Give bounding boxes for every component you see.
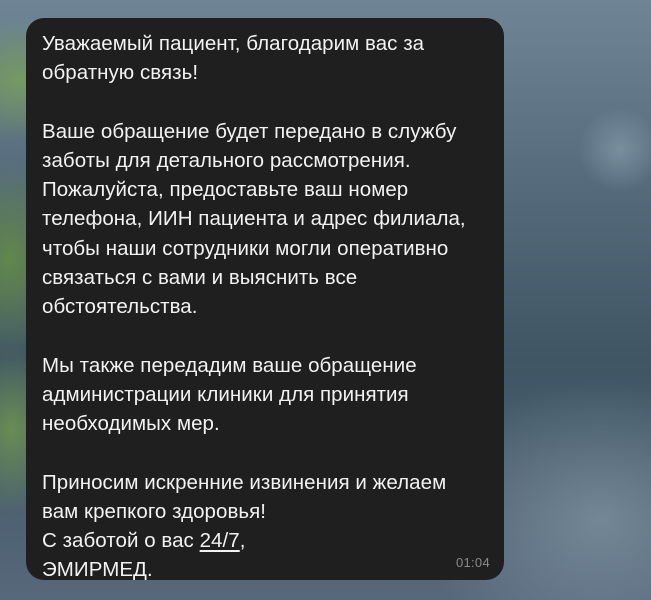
message-line: Мы также передадим ваше обращение	[42, 353, 417, 377]
message-line: телефона, ИИН пациента и адрес филиала,	[42, 207, 466, 231]
message-line: связаться с вами и выяснить все	[42, 266, 358, 290]
signature-name: ЭМИРМЕД.	[42, 558, 153, 582]
message-paragraph: Приносим искренние извинения и желаем ва…	[42, 468, 486, 585]
message-paragraph: Уважаемый пациент, благодарим вас за обр…	[42, 29, 486, 88]
signature-line: С заботой о вас 24/7,	[42, 526, 486, 555]
message-paragraph: Мы также передадим ваше обращение админи…	[42, 351, 486, 439]
message-time: 01:04	[455, 555, 490, 570]
message-bubble[interactable]: Уважаемый пациент, благодарим вас за обр…	[26, 18, 504, 581]
message-line: обратную связь!	[42, 61, 199, 85]
message-line: администрации клиники для принятия	[42, 382, 409, 406]
message-line: Уважаемый пациент, благодарим вас за	[42, 32, 425, 55]
message-line: вам крепкого здоровья!	[42, 499, 267, 523]
signature-prefix: С заботой о вас	[42, 529, 200, 553]
message-paragraph: Ваше обращение будет передано в службу з…	[42, 117, 486, 322]
message-line: заботы для детального рассмотрения.	[42, 148, 411, 172]
message-line: Ваше обращение будет передано в службу	[42, 119, 457, 143]
phone-24-7-link[interactable]: 24/7	[200, 529, 240, 552]
signature-suffix: ,	[239, 529, 246, 553]
message-line: необходимых мер.	[42, 412, 220, 436]
message-line: обстоятельства.	[42, 295, 198, 319]
message-line: Приносим искренние извинения и желаем	[42, 470, 447, 494]
message-line: Пожалуйста, предоставьте ваш номер	[42, 178, 409, 202]
message-line: чтобы наши сотрудники могли оперативно	[42, 236, 449, 260]
